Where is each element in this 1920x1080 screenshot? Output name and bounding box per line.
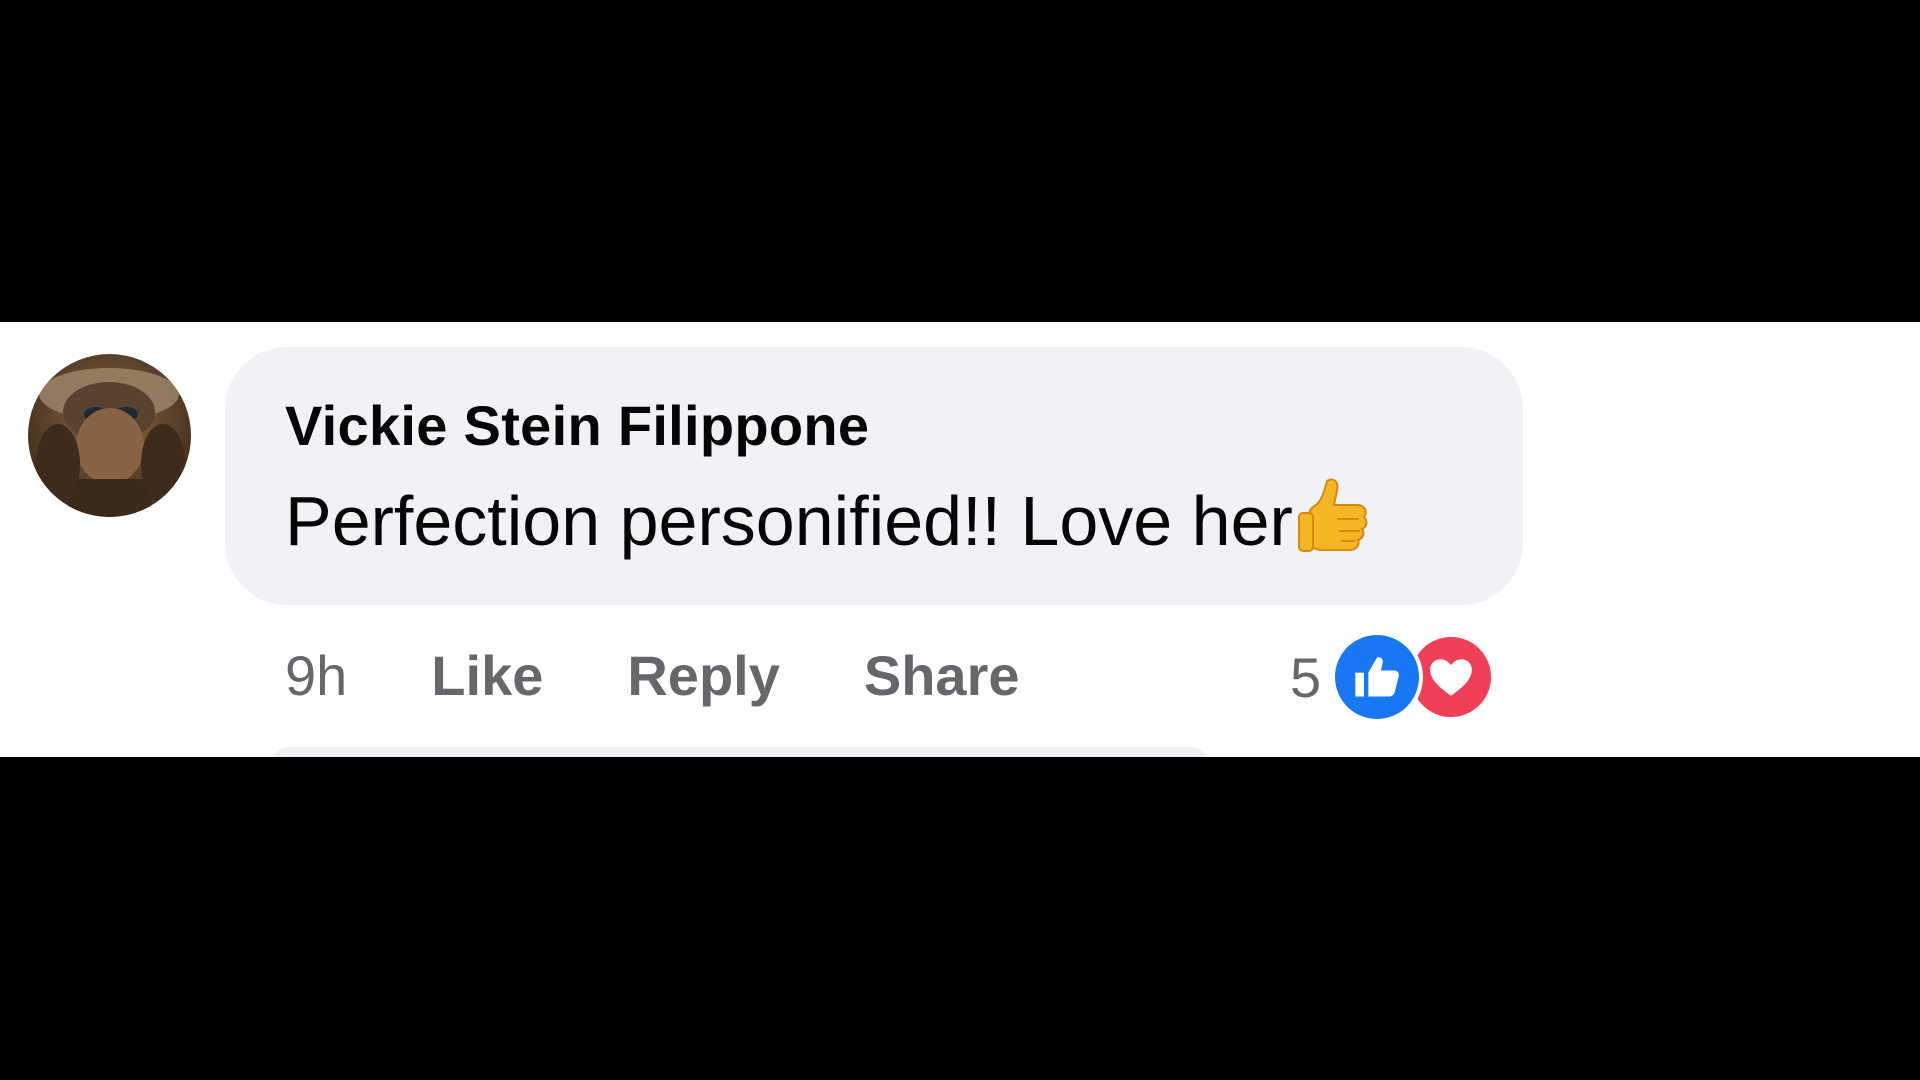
like-icon	[1331, 631, 1424, 723]
reaction-summary[interactable]: 5	[1290, 622, 1501, 732]
reply-button[interactable]: Reply	[627, 643, 780, 708]
letterbox-bottom	[0, 757, 1920, 1080]
comment-author[interactable]: Vickie Stein Filippone	[285, 393, 869, 458]
comment-text-line: Perfection personified!! Love her	[285, 475, 1369, 569]
share-button[interactable]: Share	[864, 643, 1020, 708]
reaction-icons	[1331, 631, 1501, 723]
comment-area: Vickie Stein Filippone Perfection person…	[0, 322, 1920, 757]
avatar-photo	[36, 368, 185, 517]
comment-bubble: Vickie Stein Filippone Perfection person…	[225, 347, 1523, 605]
comment-actions: 9h Like Reply Share	[285, 640, 1020, 710]
next-comment-bubble	[270, 747, 1210, 757]
letterbox-top	[0, 0, 1920, 322]
avatar[interactable]	[28, 354, 191, 517]
reaction-count: 5	[1290, 645, 1322, 709]
comment-timestamp[interactable]: 9h	[285, 643, 347, 708]
comment-text: Perfection personified!! Love her	[285, 482, 1293, 560]
thumbs-up-emoji-icon	[1297, 475, 1369, 569]
like-button[interactable]: Like	[431, 643, 543, 708]
